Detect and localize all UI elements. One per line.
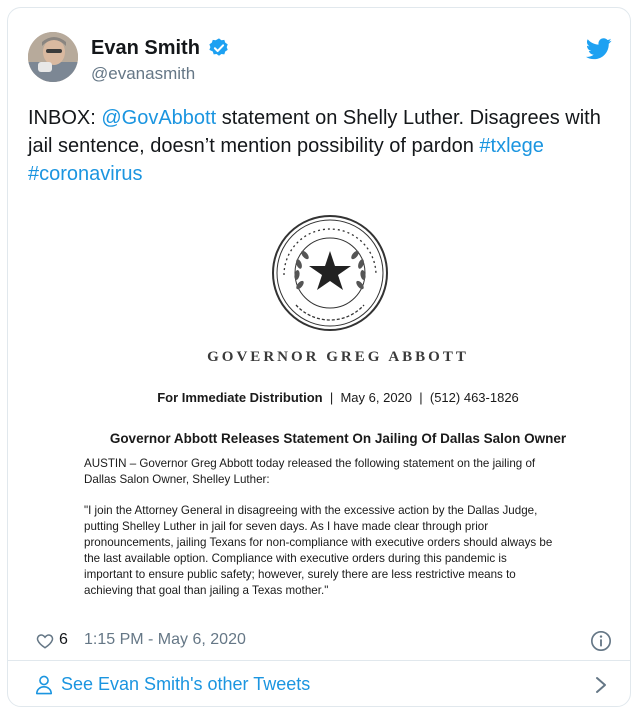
release-line: achieving that goal than jailing a Texas… bbox=[84, 584, 329, 597]
release-line: the last available option. Compliance wi… bbox=[84, 552, 507, 565]
author-handle[interactable]: @evanasmith bbox=[91, 63, 230, 85]
release-line: AUSTIN – Governor Greg Abbott today rele… bbox=[84, 457, 536, 470]
like-count: 6 bbox=[59, 631, 68, 648]
release-line: putting Shelley Luther in jail for seven… bbox=[84, 520, 489, 533]
tweet-card: Evan Smith @evanasmith INBOX: @GovAbbott… bbox=[7, 7, 631, 707]
mention-link[interactable]: @GovAbbott bbox=[101, 107, 216, 129]
texas-seal-icon bbox=[272, 215, 388, 331]
verified-badge-icon bbox=[209, 38, 229, 56]
release-line: "I join the Attorney General in disagree… bbox=[84, 504, 538, 517]
release-date: May 6, 2020 bbox=[340, 390, 413, 405]
tweet-text: INBOX: @GovAbbott statement on Shelly Lu… bbox=[28, 104, 618, 188]
distribution-separator: | bbox=[326, 390, 337, 405]
avatar[interactable] bbox=[28, 32, 78, 82]
hashtag-link-txlege[interactable]: #txlege bbox=[479, 135, 544, 157]
author-display-name[interactable]: Evan Smith bbox=[91, 36, 200, 60]
tweet-header: Evan Smith @evanasmith bbox=[28, 32, 612, 92]
governor-title: GOVERNOR GREG ABBOTT bbox=[207, 349, 469, 365]
release-intro: AUSTIN – Governor Greg Abbott today rele… bbox=[84, 456, 574, 488]
distribution-separator: | bbox=[415, 390, 427, 405]
distribution-line: For Immediate Distribution | May 6, 2020… bbox=[98, 390, 578, 405]
release-line: important to ensure public safety; howev… bbox=[84, 568, 516, 581]
see-other-tweets-label: See Evan Smith's other Tweets bbox=[61, 674, 311, 694]
see-other-tweets-link[interactable]: See Evan Smith's other Tweets bbox=[8, 661, 630, 706]
tweet-prefix: INBOX: bbox=[28, 107, 102, 129]
heart-icon[interactable] bbox=[36, 632, 54, 650]
distribution-label: For Immediate Distribution bbox=[157, 390, 323, 405]
twitter-bird-icon[interactable] bbox=[586, 38, 612, 60]
tweet-image[interactable]: GOVERNOR GREG ABBOTT For Immediate Distr… bbox=[84, 213, 578, 618]
release-quote: "I join the Attorney General in disagree… bbox=[84, 503, 574, 599]
info-icon[interactable] bbox=[590, 630, 612, 652]
release-headline: Governor Abbott Releases Statement On Ja… bbox=[109, 431, 567, 446]
hashtag-link-coronavirus[interactable]: #coronavirus bbox=[28, 163, 143, 185]
tweet-meta: 6 1:15 PM - May 6, 2020 bbox=[28, 630, 612, 654]
release-phone: (512) 463-1826 bbox=[429, 390, 519, 405]
release-line: pronouncements, jailing Texans for non-c… bbox=[84, 536, 553, 549]
author-names: Evan Smith @evanasmith bbox=[91, 36, 230, 85]
tweet-timestamp[interactable]: 1:15 PM - May 6, 2020 bbox=[84, 631, 246, 649]
release-line: Dallas Salon Owner, Shelley Luther: bbox=[84, 473, 270, 486]
chevron-right-icon bbox=[596, 677, 606, 693]
person-icon bbox=[35, 675, 53, 695]
